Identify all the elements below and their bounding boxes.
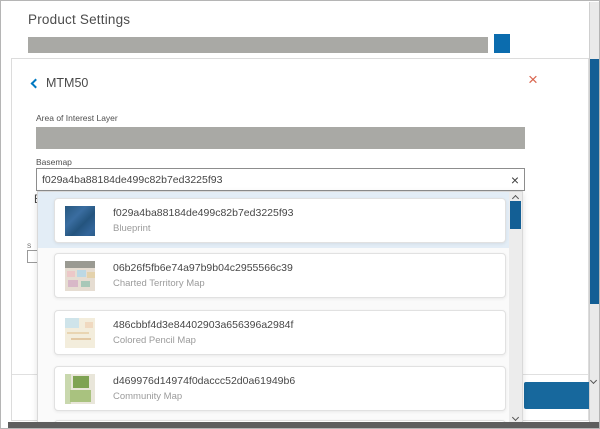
basemap-thumbnail [65,374,95,404]
basemap-thumbnail [65,206,95,236]
basemap-combobox[interactable]: × [36,168,525,191]
item-name: Colored Pencil Map [113,335,293,346]
dropdown-scrollbar-thumb[interactable] [510,201,521,229]
dropdown-scrollbar[interactable] [509,192,522,429]
basemap-input[interactable] [42,174,511,186]
footer-primary-button[interactable] [524,382,591,409]
item-id: 486cbbf4d3e84402903a656396a2984f [113,319,293,331]
basemap-label: Basemap [36,157,72,167]
item-id: 06b26f5fb6e74a97b9b04c2955566c39 [113,262,293,274]
page-title: Product Settings [28,12,130,27]
item-name: Community Map [113,391,295,402]
item-name: Blueprint [113,223,293,234]
panel-title: MTM50 [46,76,88,90]
item-id: d469976d14974f0daccc52d0a61949b6 [113,375,295,387]
product-settings-window: Product Settings MTM50 × Area of Interes… [0,0,600,429]
list-item[interactable]: 06b26f5fb6e74a97b9b04c2955566c39 Charted… [54,253,506,298]
window-scrollbar-thumb[interactable] [590,59,600,304]
list-item[interactable]: f029a4ba88184de499c82b7ed3225f93 Bluepri… [54,198,506,243]
item-name: Charted Territory Map [113,278,293,289]
item-id: f029a4ba88184de499c82b7ed3225f93 [113,207,293,219]
back-button[interactable]: MTM50 [32,75,88,91]
aoi-field[interactable] [36,127,525,149]
basemap-thumbnail [65,261,95,291]
chevron-left-icon [31,78,41,88]
aoi-label: Area of Interest Layer [36,113,118,123]
list-item[interactable]: 486cbbf4d3e84402903a656396a2984f Colored… [54,310,506,355]
list-item[interactable]: d469976d14974f0daccc52d0a61949b6 Communi… [54,366,506,411]
hidden-label-fragment: S [27,243,31,250]
close-icon[interactable]: × [528,71,538,88]
clear-icon[interactable]: × [511,173,519,187]
window-bottom-bar [8,422,600,429]
basemap-thumbnail [65,318,95,348]
basemap-dropdown: f029a4ba88184de499c82b7ed3225f93 Bluepri… [37,191,523,429]
header-blue-square [494,34,510,53]
redacted-header-bar [28,37,488,53]
scroll-down-icon[interactable] [512,414,519,421]
